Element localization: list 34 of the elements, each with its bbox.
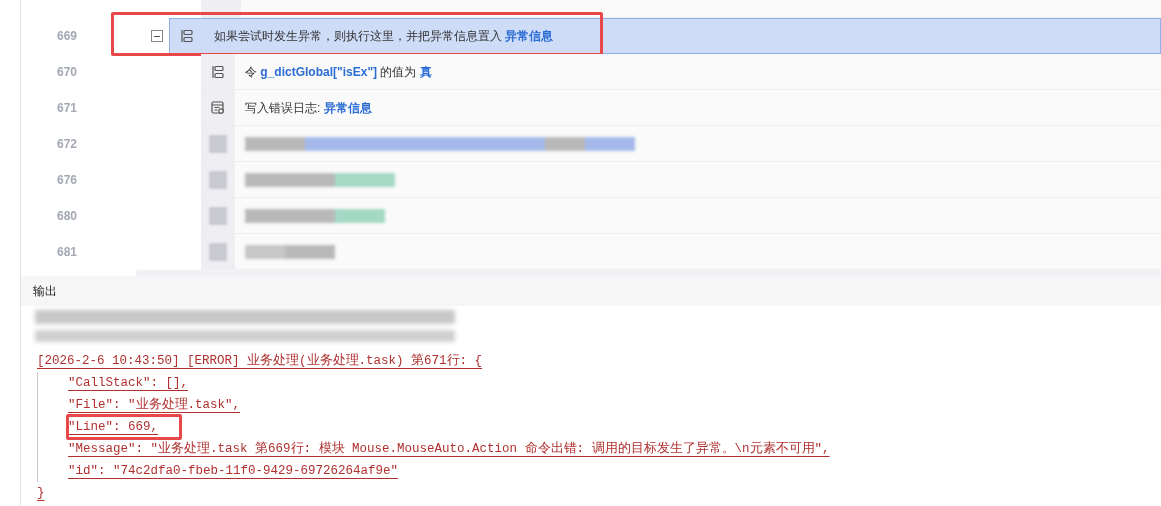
log-line: "File": "业务处理.task", <box>68 397 241 412</box>
log-line: [2026-2-6 10:43:50] [ERROR] 业务处理(业务处理.task) 第671行: { <box>37 353 483 368</box>
statement-row[interactable] <box>201 126 1161 162</box>
log-line: "Message": "业务处理.task 第669行: 模块 Mouse.MouseAuto.Action 命令出错: 调用的目标发生了异常。\n元素不可用", <box>68 441 830 456</box>
log-line: "Line": 669, <box>68 419 158 434</box>
log-line: "CallStack": [], <box>68 375 189 390</box>
blurred-icon <box>209 134 227 153</box>
statement-text: 如果尝试时发生异常，则执行这里，并把异常信息置入 异常信息 <box>214 28 554 45</box>
statement-row[interactable] <box>201 162 1161 198</box>
statement-row[interactable] <box>201 0 1161 18</box>
log-icon <box>211 100 225 115</box>
branch-icon <box>180 29 194 43</box>
blurred-icon <box>209 206 227 225</box>
log-line: "id": "74c2dfa0-fbeb-11f0-9429-69726264af9e" <box>68 463 399 478</box>
line-number: 681 <box>56 244 78 261</box>
statement-row[interactable] <box>201 234 1161 270</box>
line-number: 671 <box>56 100 78 117</box>
statement-row[interactable] <box>201 198 1161 234</box>
statement-row[interactable]: 写入错误日志: 异常信息 <box>201 90 1161 126</box>
line-number: 670 <box>56 64 78 81</box>
blurred-icon <box>209 242 227 261</box>
branch-icon <box>211 64 225 79</box>
statement-text: 写入错误日志: 异常信息 <box>245 99 372 117</box>
blurred-icon <box>209 170 227 189</box>
statement-row[interactable]: 令 g_dictGlobal["isEx"] 的值为 真 <box>201 54 1161 90</box>
collapse-toggle[interactable] <box>151 30 163 42</box>
log-line: } <box>37 485 45 500</box>
statement-row[interactable]: 如果尝试时发生异常，则执行这里，并把异常信息置入 异常信息 <box>169 18 1161 54</box>
line-number: 680 <box>56 208 78 225</box>
line-number: 669 <box>56 28 78 45</box>
line-number: 676 <box>56 172 78 189</box>
statement-text: 令 g_dictGlobal["isEx"] 的值为 真 <box>245 63 432 81</box>
panel-title: 输出 <box>33 283 57 300</box>
line-number: 672 <box>56 136 78 153</box>
